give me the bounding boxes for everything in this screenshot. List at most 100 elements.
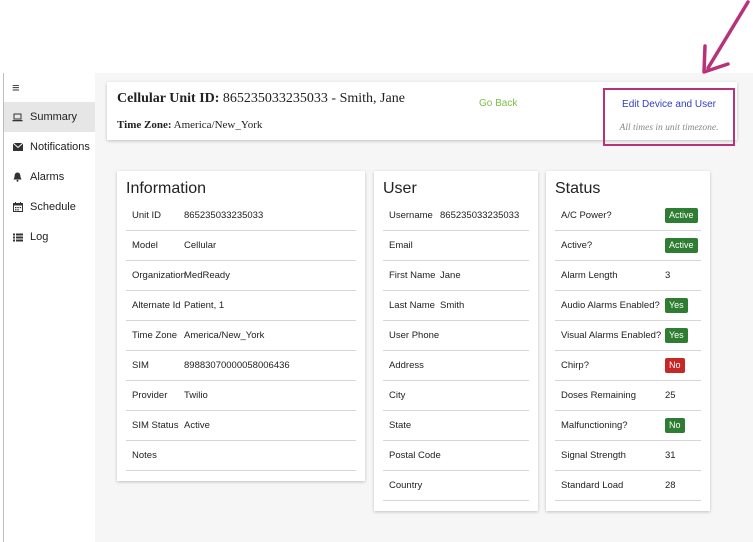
unit-id-label: Cellular Unit ID: <box>117 91 220 106</box>
row-label: Audio Alarms Enabled? <box>561 300 660 311</box>
table-row: Provider Twilio <box>126 381 356 411</box>
row-value: 865235033235033 <box>184 210 264 221</box>
table-row: Alternate Id Patient, 1 <box>126 291 356 321</box>
table-row: Signal Strength 31 <box>555 441 701 471</box>
row-value: 89883070000058006436 <box>184 360 290 371</box>
edit-device-highlight-box: Edit Device and User All times in unit t… <box>603 88 735 146</box>
sidebar-item-label: Alarms <box>30 171 65 183</box>
status-card: Status A/C Power? Active Active? Active Alar… <box>546 171 710 511</box>
table-row: Notes <box>126 441 356 471</box>
row-label: Doses Remaining <box>561 390 636 401</box>
edit-device-and-user-link[interactable]: Edit Device and User <box>605 99 733 110</box>
unit-timezone: Time Zone: America/New_York <box>117 119 262 131</box>
timezone-value: America/New_York <box>173 119 263 131</box>
row-value: Jane <box>440 270 461 281</box>
row-label: Visual Alarms Enabled? <box>561 330 662 341</box>
go-back-link[interactable]: Go Back <box>479 98 517 109</box>
row-label: First Name <box>389 270 436 281</box>
bell-icon <box>12 172 23 182</box>
sidebar-item-notifications[interactable]: Notifications <box>4 132 95 162</box>
row-label: SIM <box>132 360 149 371</box>
row-value: MedReady <box>184 270 230 281</box>
table-row: Organization MedReady <box>126 261 356 291</box>
sidebar-item-label: Summary <box>30 111 78 123</box>
row-value: Patient, 1 <box>184 300 225 311</box>
envelope-icon <box>12 143 23 151</box>
table-row: SIM 89883070000058006436 <box>126 351 356 381</box>
row-label: Organization <box>132 270 186 281</box>
row-label: Notes <box>132 450 157 461</box>
timezone-note: All times in unit timezone. <box>619 123 719 133</box>
user-title: User <box>383 180 417 197</box>
row-label: Malfunctioning? <box>561 420 628 431</box>
row-label: User Phone <box>389 330 440 341</box>
status-badge: No <box>665 358 685 373</box>
row-value: 865235033235033 <box>440 210 520 221</box>
row-value: Cellular <box>184 240 217 251</box>
sidebar-item-alarms[interactable]: Alarms <box>4 162 95 192</box>
main-content: Cellular Unit ID: 865235033235033 - Smit… <box>95 73 753 542</box>
table-row: User Phone <box>383 321 529 351</box>
table-row: Postal Code <box>383 441 529 471</box>
calendar-icon <box>12 202 23 212</box>
sidebar: ≡ Summary Notifications Alarms Schedule <box>4 73 95 542</box>
row-value: Active <box>184 420 210 431</box>
table-row: City <box>383 381 529 411</box>
annotation-arrow-icon <box>702 0 750 74</box>
table-row: Username 865235033235033 <box>383 201 529 231</box>
sidebar-nav: Summary Notifications Alarms Schedule Lo… <box>4 102 95 252</box>
sidebar-item-label: Notifications <box>30 141 90 153</box>
table-row: Model Cellular <box>126 231 356 261</box>
table-row: SIM Status Active <box>126 411 356 441</box>
row-label: Alarm Length <box>561 270 618 281</box>
row-label: Postal Code <box>389 450 441 461</box>
table-row: Active? Active <box>555 231 701 261</box>
table-row: Time Zone America/New_York <box>126 321 356 351</box>
row-label: SIM Status <box>132 420 179 431</box>
row-value: Twilio <box>184 390 208 401</box>
row-label: A/C Power? <box>561 210 612 221</box>
status-title: Status <box>555 180 601 197</box>
row-label: Provider <box>132 390 168 401</box>
user-rows: Username 865235033235033 Email First Name Ja… <box>374 201 538 501</box>
table-row: Alarm Length 3 <box>555 261 701 291</box>
row-label: Username <box>389 210 433 221</box>
sidebar-item-summary[interactable]: Summary <box>4 102 95 132</box>
status-badge: No <box>665 418 685 433</box>
row-label: Model <box>132 240 158 251</box>
list-icon <box>12 233 23 242</box>
table-row: A/C Power? Active <box>555 201 701 231</box>
row-label: Unit ID <box>132 210 162 221</box>
row-label: Time Zone <box>132 330 178 341</box>
row-label: City <box>389 390 406 401</box>
status-rows: A/C Power? Active Active? Active Alarm Lengt… <box>546 201 710 501</box>
menu-icon[interactable]: ≡ <box>12 80 20 95</box>
row-label: Last Name <box>389 300 435 311</box>
sidebar-item-label: Log <box>30 231 49 243</box>
row-label: Email <box>389 240 413 251</box>
unit-title: Cellular Unit ID: 865235033235033 - Smit… <box>117 91 405 107</box>
table-row: Malfunctioning? No <box>555 411 701 441</box>
row-label: Signal Strength <box>561 450 626 461</box>
table-row: Chirp? No <box>555 351 701 381</box>
row-value: Smith <box>440 300 465 311</box>
table-row: Visual Alarms Enabled? Yes <box>555 321 701 351</box>
sidebar-item-log[interactable]: Log <box>4 222 95 252</box>
information-card: Information Unit ID 865235033235033 Model C… <box>117 171 365 481</box>
table-row: Country <box>383 471 529 501</box>
table-row: Last Name Smith <box>383 291 529 321</box>
table-row: Unit ID 865235033235033 <box>126 201 356 231</box>
row-label: Standard Load <box>561 480 624 491</box>
sidebar-item-label: Schedule <box>30 201 76 213</box>
sidebar-item-schedule[interactable]: Schedule <box>4 192 95 222</box>
table-row: State <box>383 411 529 441</box>
row-label: Country <box>389 480 423 491</box>
row-label: Alternate Id <box>132 300 181 311</box>
row-label: Chirp? <box>561 360 589 371</box>
table-row: Address <box>383 351 529 381</box>
status-badge: Active <box>665 238 698 253</box>
table-row: First Name Jane <box>383 261 529 291</box>
row-label: Address <box>389 360 424 371</box>
row-value: 25 <box>665 390 676 401</box>
table-row: Doses Remaining 25 <box>555 381 701 411</box>
